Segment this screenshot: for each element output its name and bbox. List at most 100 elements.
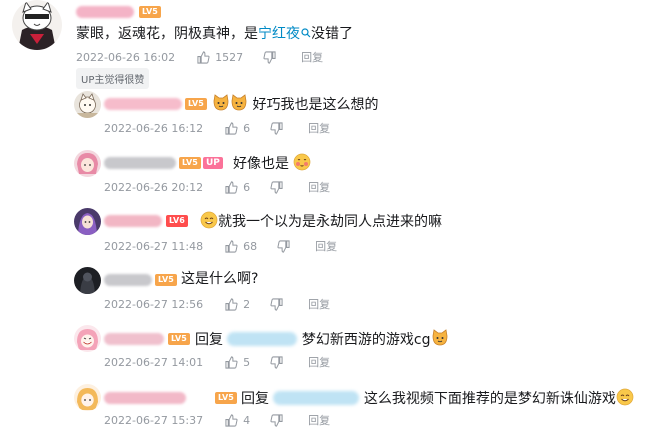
reply-meta: 2022-06-27 15:37 4 回复 (104, 412, 330, 428)
reply-username[interactable] (104, 98, 182, 110)
thumb-up-icon[interactable] (225, 121, 238, 135)
reply-time: 2022-06-26 16:12 (104, 121, 204, 135)
reply-avatar[interactable] (74, 91, 101, 118)
thumb-down-icon[interactable] (270, 121, 283, 135)
dislike-button[interactable] (270, 180, 288, 194)
reply-body: 这么我视频下面推荐的是梦幻新诛仙游戏 (363, 391, 616, 407)
like-button[interactable]: 2 (225, 298, 250, 311)
reply-prefix: 回复 (241, 391, 269, 407)
like-count: 2 (243, 297, 251, 311)
thumb-up-icon[interactable] (197, 50, 210, 64)
main-username[interactable] (76, 6, 134, 18)
keyword-link-text[interactable]: 宁红夜 (258, 26, 300, 42)
reply-body: 这是什么啊? (181, 271, 259, 287)
dislike-button[interactable] (270, 413, 288, 427)
dislike-button[interactable] (270, 297, 288, 311)
like-button[interactable]: 5 (225, 356, 250, 369)
reply-time: 2022-06-27 12:56 (104, 297, 204, 311)
like-count: 5 (243, 355, 251, 369)
mention-link[interactable] (227, 332, 298, 346)
dislike-button[interactable] (270, 121, 288, 135)
reply-button[interactable]: 回复 (308, 412, 330, 428)
reply-username[interactable] (104, 333, 164, 345)
reply-level-badge: LV5 (168, 333, 190, 345)
reply-avatar[interactable] (74, 267, 101, 294)
reply-level-badge: LV5 (215, 392, 237, 404)
main-comment-body: 蒙眼，返魂花，阴极真神，是 (76, 26, 258, 42)
thumb-down-icon[interactable] (263, 50, 276, 64)
reply-button[interactable]: 回复 (315, 238, 337, 254)
thumb-up-icon[interactable] (225, 239, 238, 253)
main-level-badge: LV5 (139, 6, 161, 18)
reply-button[interactable]: 回复 (308, 296, 330, 312)
reply-text: 回复 梦幻新西游的游戏cg (195, 329, 449, 349)
reply-meta: 2022-06-27 12:56 2 回复 (104, 296, 330, 312)
reply-meta: 2022-06-26 16:12 6 回复 (104, 120, 330, 136)
main-avatar[interactable] (12, 0, 62, 50)
like-button[interactable]: 1527 (197, 51, 243, 64)
thumb-up-icon[interactable] (225, 413, 238, 427)
dislike-button[interactable] (270, 355, 288, 369)
reply-avatar[interactable] (74, 208, 101, 235)
thumb-up-icon[interactable] (225, 297, 238, 311)
main-time: 2022-06-26 16:02 (76, 50, 176, 64)
reply-avatar[interactable] (74, 384, 101, 411)
like-button[interactable]: 6 (225, 181, 250, 194)
reply-level-badge: LV6 (166, 215, 188, 227)
reply-body: 好巧我也是这么想的 (252, 97, 379, 113)
reply-text: 这是什么啊? (181, 270, 258, 288)
reply-body: 好像也是 (233, 156, 289, 172)
up-badge: UP (203, 157, 223, 169)
like-button[interactable]: 4 (225, 414, 250, 427)
reply-time: 2022-06-27 15:37 (104, 413, 204, 427)
reply-time: 2022-06-27 14:01 (104, 355, 204, 369)
like-count: 6 (243, 121, 251, 135)
reply-button[interactable]: 回复 (308, 120, 330, 136)
search-link-icon[interactable] (301, 28, 311, 38)
reply-button[interactable]: 回复 (308, 179, 330, 195)
dislike-button[interactable] (277, 239, 295, 253)
thumb-down-icon[interactable] (277, 239, 290, 253)
cat-emoji (231, 94, 247, 111)
thumb-up-icon[interactable] (225, 180, 238, 194)
like-count: 1527 (215, 50, 244, 64)
cat-emoji (432, 329, 447, 346)
mention-link[interactable] (273, 391, 360, 405)
reply-avatar[interactable] (74, 150, 101, 177)
main-meta: 2022-06-26 16:02 1527 回复 (76, 49, 323, 65)
like-count: 6 (243, 180, 251, 194)
reply-text: 就我一个以为是永劫同人点进来的嘛 (200, 211, 442, 231)
smile-emoji (616, 388, 634, 406)
thumb-up-icon[interactable] (225, 355, 238, 369)
reply-username[interactable] (104, 274, 152, 286)
thumb-down-icon[interactable] (270, 413, 283, 427)
like-count: 4 (243, 413, 251, 427)
reply-button[interactable]: 回复 (301, 49, 323, 65)
thumb-down-icon[interactable] (270, 180, 283, 194)
reply-meta: 2022-06-26 20:12 6 回复 (104, 179, 330, 195)
cat-emoji (213, 94, 229, 111)
reply-time: 2022-06-27 11:48 (104, 239, 204, 253)
reply-button[interactable]: 回复 (308, 354, 330, 370)
like-button[interactable]: 6 (225, 122, 250, 135)
reply-text: 好像也是 (233, 153, 311, 173)
blush-emoji (294, 153, 311, 171)
reply-username[interactable] (104, 157, 176, 169)
thumb-down-icon[interactable] (270, 297, 283, 311)
reply-body: 梦幻新西游的游戏cg (301, 332, 431, 348)
reply-level-badge: LV5 (185, 98, 207, 110)
reply-level-badge: LV5 (155, 274, 177, 286)
dislike-button[interactable] (263, 50, 281, 64)
reply-text: 回复 这么我视频下面推荐的是梦幻新诛仙游戏 (241, 388, 634, 408)
like-count: 68 (243, 239, 258, 253)
keyword-link[interactable]: 宁红夜 (258, 26, 311, 42)
reply-username[interactable] (104, 392, 186, 404)
reply-username[interactable] (104, 215, 162, 227)
reply-meta: 2022-06-27 11:48 68 回复 (104, 238, 337, 254)
smile-emoji (200, 211, 218, 229)
like-button[interactable]: 68 (225, 240, 257, 253)
reply-avatar[interactable] (74, 325, 101, 352)
reply-body: 就我一个以为是永劫同人点进来的嘛 (218, 214, 442, 230)
reply-meta: 2022-06-27 14:01 5 回复 (104, 354, 330, 370)
thumb-down-icon[interactable] (270, 355, 283, 369)
